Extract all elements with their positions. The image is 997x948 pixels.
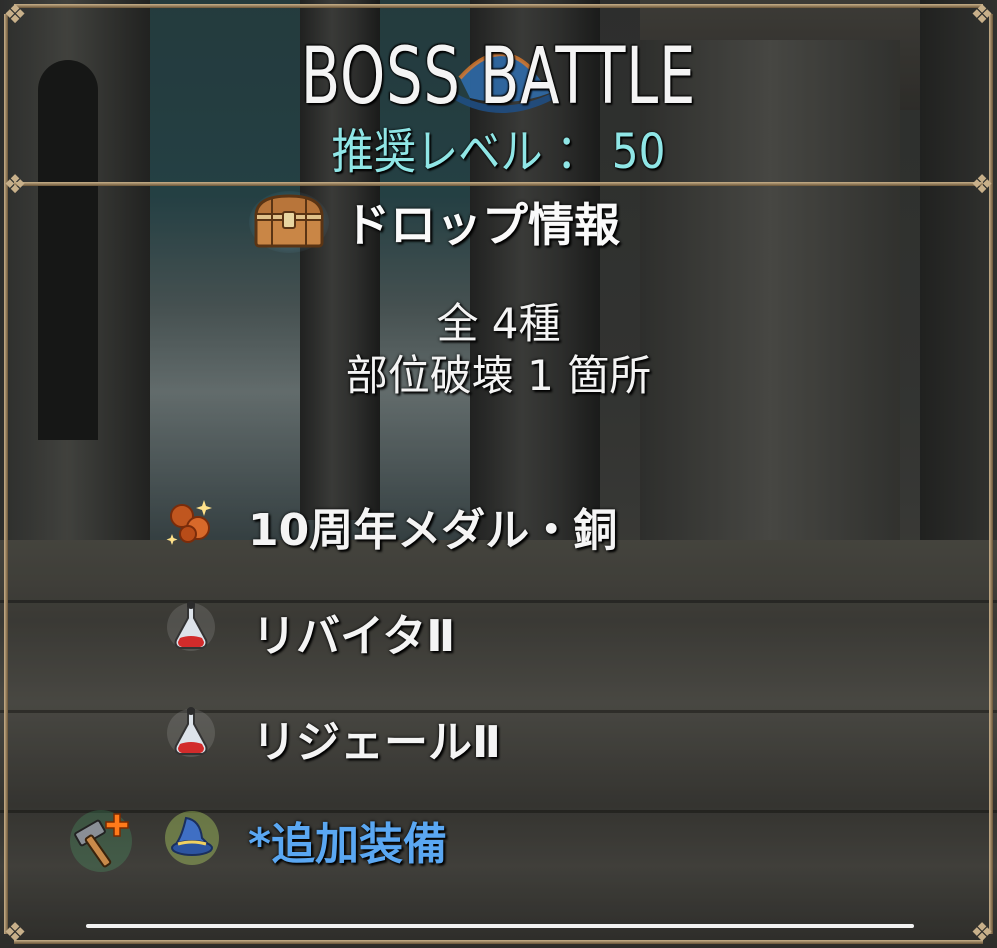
recommended-level: 推奨レベル ： 50 xyxy=(331,124,666,180)
drop-item-label: リバイタⅡ xyxy=(252,611,456,662)
additional-equipment-link[interactable]: *追加装備 xyxy=(248,808,447,872)
red-potion-icon xyxy=(167,601,215,651)
part-break-count: 部位破壊 1 箇所 xyxy=(345,351,652,400)
drop-info-title: ドロップ情報 xyxy=(344,198,620,252)
treasure-chest-icon xyxy=(249,191,329,253)
wizard-hat-icon xyxy=(165,811,219,865)
scroll-indicator-bar xyxy=(86,924,914,928)
drop-total: 全 4種 xyxy=(436,299,561,348)
drop-count: 全 4種 部位破壊 1 箇所 xyxy=(0,298,997,402)
drop-info-header: ドロップ情報 xyxy=(248,190,620,254)
hammer-plus-icon[interactable] xyxy=(68,808,134,874)
red-potion-icon xyxy=(167,707,215,757)
boss-battle-title: BOSS BATTLE xyxy=(300,32,697,122)
drop-item-label: リジェールⅡ xyxy=(252,717,501,768)
bronze-medal-icon xyxy=(166,500,212,545)
drop-item-label: 10周年メダル・銅 xyxy=(248,505,618,556)
